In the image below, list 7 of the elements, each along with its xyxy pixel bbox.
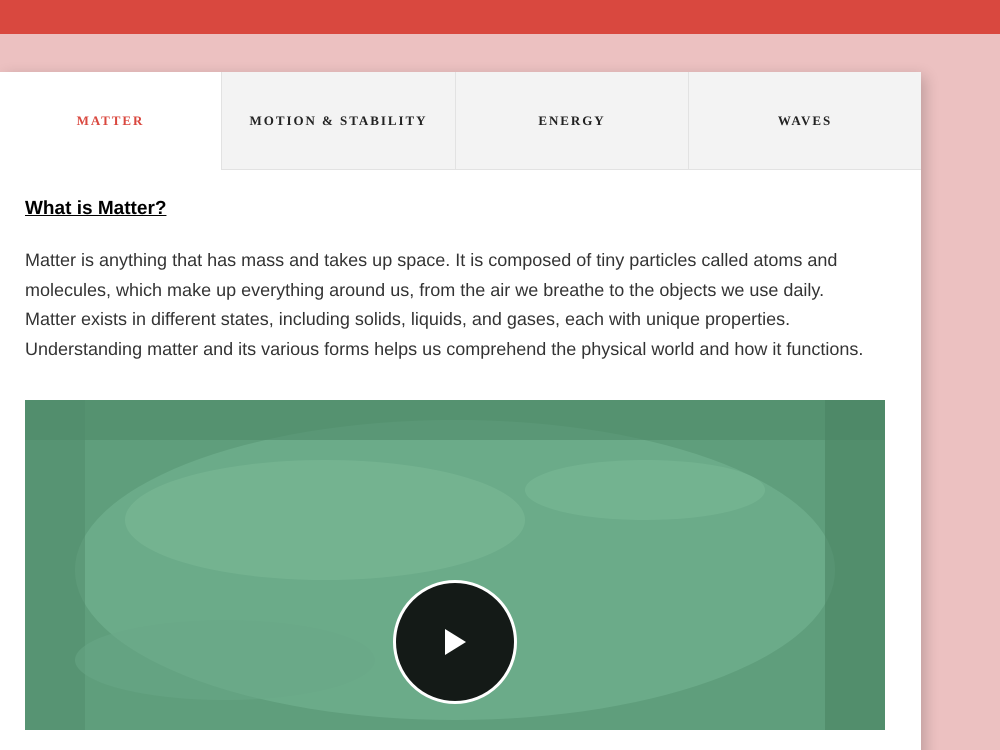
- tab[interactable]: WAVES: [688, 72, 921, 170]
- section-heading: What is Matter?: [25, 197, 166, 221]
- body-paragraph: Matter is anything that has mass and takes up space. It is composed of tiny particles called atoms and molecules, which make up everything around us, from the air we breathe to the objects we use daily. Matter exists in different states, including solids, liquids, and gases, each with unique properties. Understanding matter and its various forms helps us comprehend the physical world and how it functions.: [25, 249, 864, 361]
- tab[interactable]: ENERGY: [455, 72, 688, 170]
- tab[interactable]: MOTION & STABILITY: [221, 72, 455, 170]
- tab[interactable]: MATTER: [0, 72, 221, 170]
- play-icon: [443, 628, 467, 656]
